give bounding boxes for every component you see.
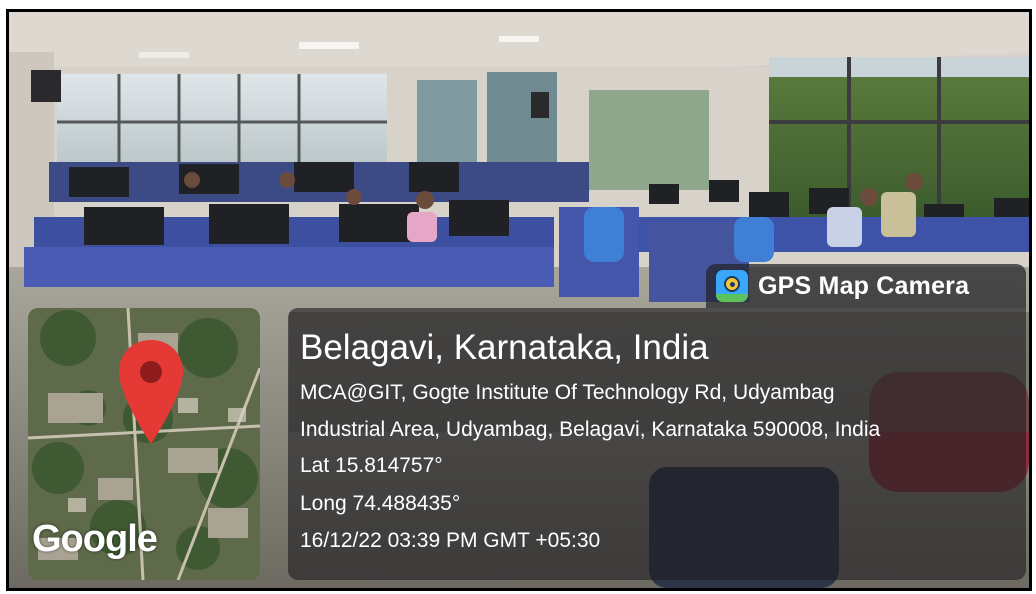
- map-thumbnail[interactable]: Google: [28, 308, 260, 580]
- gps-map-camera-app-icon: [716, 270, 748, 302]
- latitude: Lat 15.814757°: [300, 454, 443, 477]
- app-badge: GPS Map Camera: [706, 264, 1026, 308]
- location-pin-icon: [119, 340, 183, 444]
- location-info-panel: Belagavi, Karnataka, India MCA@GIT, Gogt…: [288, 308, 1026, 580]
- location-title: Belagavi, Karnataka, India: [300, 328, 709, 367]
- photo-frame: Google GPS Map Camera Belagavi, Karnatak…: [6, 9, 1032, 591]
- timestamp: 16/12/22 03:39 PM GMT +05:30: [300, 529, 601, 552]
- address-line-2: Industrial Area, Udyambag, Belagavi, Kar…: [300, 418, 881, 441]
- google-logo: Google: [32, 518, 158, 560]
- address-line-1: MCA@GIT, Gogte Institute Of Technology R…: [300, 381, 835, 404]
- app-name: GPS Map Camera: [758, 271, 970, 300]
- longitude: Long 74.488435°: [300, 492, 461, 515]
